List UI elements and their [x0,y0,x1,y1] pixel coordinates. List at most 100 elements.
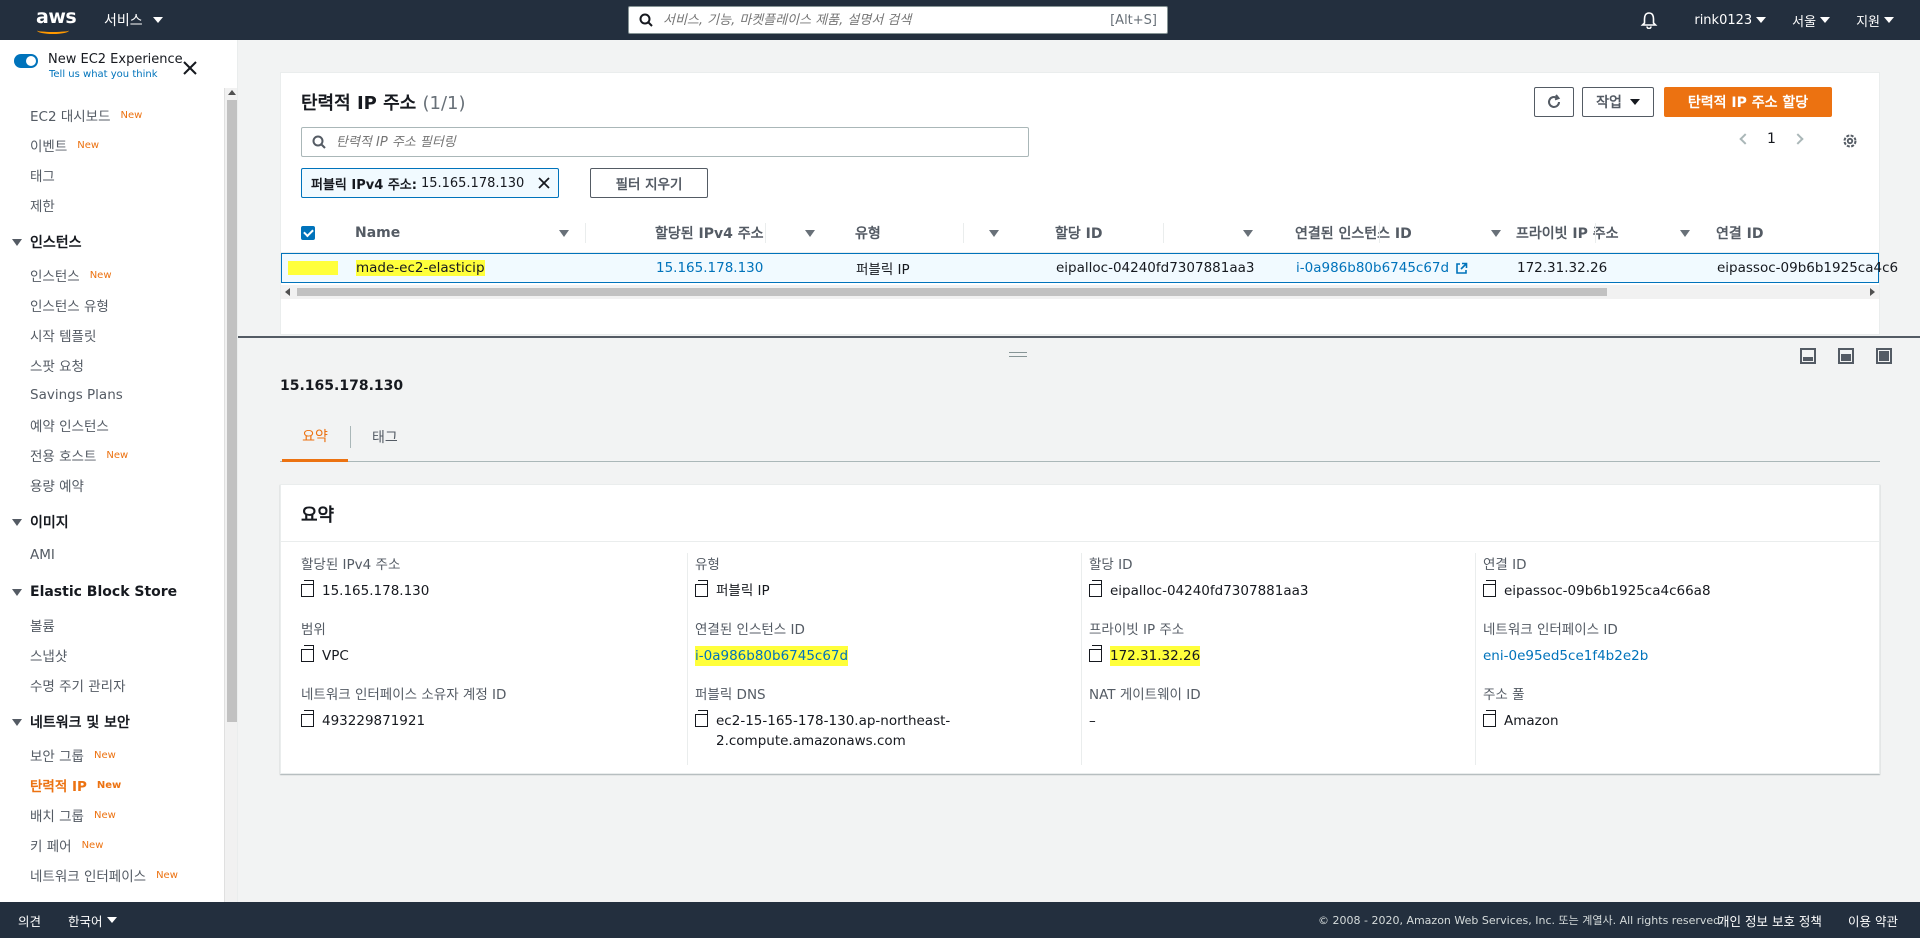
sidebar-item-spot-requests[interactable]: 스팟 요청 [0,350,224,380]
sidebar-item-ami[interactable]: AMI [0,540,224,570]
copy-icon[interactable] [1089,580,1102,597]
services-menu[interactable]: 서비스 [104,10,163,30]
feedback-link[interactable]: Tell us what you think [49,69,183,80]
copy-icon[interactable] [301,580,314,597]
scroll-right-icon[interactable] [1870,288,1875,296]
gear-icon[interactable] [1841,132,1859,150]
sidebar-item-tags[interactable]: 태그 [0,160,224,190]
drag-handle-icon[interactable] [1009,352,1027,357]
table-row[interactable]: made-ec2-elasticip 15.165.178.130 퍼블릭 IP… [281,253,1898,283]
summary-column-1: 할당된 IPv4 주소 15.165.178.130 범위 VPC 네트워크 인… [301,557,507,729]
split-divider[interactable] [238,336,1920,338]
sidebar-item-lifecycle-manager[interactable]: 수명 주기 관리자 [0,670,224,700]
copy-icon[interactable] [1483,580,1496,597]
sort-icon[interactable] [805,230,815,237]
cell-name: made-ec2-elasticip [356,260,485,276]
sidebar-group-network[interactable]: 네트워크 및 보안 [0,704,224,740]
scroll-left-icon[interactable] [285,288,290,296]
cell-instance-link[interactable]: i-0a986b80b6745c67d [1296,254,1468,282]
sidebar-item-events[interactable]: 이벤트 New [0,130,224,160]
sidebar-item-limits[interactable]: 제한 [0,190,224,220]
scroll-up-icon[interactable] [228,90,236,95]
copy-icon[interactable] [695,710,708,727]
sidebar-item-key-pairs[interactable]: 키 페어 New [0,830,224,860]
tab-summary[interactable]: 요약 [282,412,348,462]
sidebar-item-savings-plans[interactable]: Savings Plans [0,380,224,410]
close-icon[interactable] [538,177,550,189]
chevron-down-icon [152,17,163,23]
user-menu[interactable]: rink0123 [1694,13,1767,28]
region-menu[interactable]: 서울 [1792,11,1831,30]
split-full-icon[interactable] [1876,348,1892,364]
chevron-left-icon[interactable] [1739,133,1751,145]
aws-logo[interactable]: aws [36,6,77,34]
split-small-icon[interactable] [1800,348,1816,364]
tab-tags[interactable]: 태그 [372,412,398,462]
sort-icon[interactable] [1680,230,1690,237]
filter-token[interactable]: 퍼블릭 IPv4 주소: 15.165.178.130 [301,168,559,198]
sidebar-item-dedicated-hosts[interactable]: 전용 호스트 New [0,440,224,470]
sort-icon[interactable] [989,230,999,237]
clear-filters-button[interactable]: 필터 지우기 [590,168,708,198]
sidebar-item-instances[interactable]: 인스턴스 New [0,260,224,290]
sidebar-item-snapshots[interactable]: 스냅샷 [0,640,224,670]
sidebar-scrollbar[interactable] [224,88,237,902]
column-header-association-id[interactable]: 연결 ID [1716,213,1763,253]
table-scroll-thumb[interactable] [297,288,1607,296]
global-search[interactable]: [Alt+S] [628,6,1168,34]
summary-column-3: 할당 ID eipalloc-04240fd7307881aa3 프라이빗 IP… [1081,553,1483,765]
sidebar-item-instance-types[interactable]: 인스턴스 유형 [0,290,224,320]
sidebar-item-ec2-dashboard[interactable]: EC2 대시보드 New [0,100,224,130]
new-badge: New [156,869,178,881]
network-interface-link[interactable]: eni-0e95ed5ce1f4b2e2b [1483,646,1648,666]
refresh-button[interactable] [1534,87,1574,117]
sidebar-item-network-interfaces[interactable]: 네트워크 인터페이스 New [0,860,224,890]
caret-down-icon [12,588,22,596]
sidebar-group-images[interactable]: 이미지 [0,504,224,540]
refresh-icon [1548,94,1561,108]
sidebar-item-elastic-ips[interactable]: 탄력적 IP New [0,770,224,800]
chevron-right-icon[interactable] [1792,133,1804,145]
copy-icon[interactable] [695,580,708,597]
sidebar-item-volumes[interactable]: 볼륨 [0,610,224,640]
search-shortcut: [Alt+S] [1110,12,1157,28]
copy-icon[interactable] [301,645,314,662]
search-input[interactable] [663,12,1111,28]
sidebar-item-security-groups[interactable]: 보안 그룹 New [0,740,224,770]
sidebar-scroll-thumb[interactable] [227,100,237,722]
sort-icon[interactable] [559,230,569,237]
cell-type: 퍼블릭 IP [856,262,910,278]
feedback-link[interactable]: 의견 [18,911,41,930]
sidebar-item-placement-groups[interactable]: 배치 그룹 New [0,800,224,830]
cell-ipv4-link[interactable]: 15.165.178.130 [656,254,763,282]
sidebar-group-instances[interactable]: 인스턴스 [0,224,224,260]
sidebar-item-launch-templates[interactable]: 시작 템플릿 [0,320,224,350]
filter-box[interactable] [301,127,1029,157]
select-all-checkbox[interactable] [301,225,315,240]
sort-icon[interactable] [1491,230,1501,237]
current-page[interactable]: 1 [1767,131,1776,147]
privacy-policy-link[interactable]: 개인 정보 보호 정책 [1718,911,1822,930]
sort-icon[interactable] [1243,230,1253,237]
instance-id-link[interactable]: i-0a986b80b6745c67d [695,646,849,666]
sidebar-item-capacity-reservations[interactable]: 용량 예약 [0,470,224,500]
detail-tabs: 요약 태그 [280,412,1880,462]
table-horizontal-scrollbar[interactable] [281,285,1879,299]
filter-input[interactable] [336,134,1028,150]
terms-link[interactable]: 이용 약관 [1848,911,1898,930]
actions-button[interactable]: 작업 [1582,87,1654,117]
pagination: 1 [1739,131,1804,147]
copy-icon[interactable] [1089,645,1102,662]
support-menu[interactable]: 지원 [1856,11,1894,30]
sidebar-group-ebs[interactable]: Elastic Block Store [0,574,224,610]
allocate-elastic-ip-button[interactable]: 탄력적 IP 주소 할당 [1664,87,1832,117]
bell-icon[interactable] [1640,11,1658,29]
copy-icon[interactable] [301,710,314,727]
dns-value: ec2-15-165-178-130.ap-northeast- 2.comput… [716,713,951,749]
sidebar-item-reserved-instances[interactable]: 예약 인스턴스 [0,410,224,440]
copy-icon[interactable] [1483,710,1496,727]
split-half-icon[interactable] [1838,348,1854,364]
language-selector[interactable]: 한국어 [68,911,117,930]
close-icon[interactable] [182,60,198,76]
new-experience-toggle[interactable] [14,54,38,68]
